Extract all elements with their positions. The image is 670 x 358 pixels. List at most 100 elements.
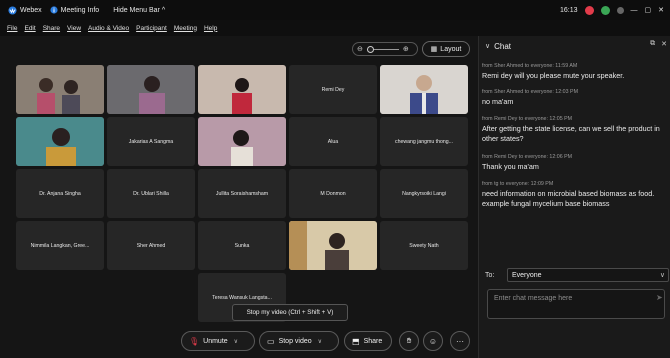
participant-name: Jullita Soraisham​sham [215, 190, 269, 197]
chevron-down-icon[interactable]: ∨ [485, 42, 490, 50]
chat-title: Chat [494, 41, 512, 51]
close-icon[interactable]: ✕ [658, 6, 664, 14]
participant-name: Dr. Ublari Shilla [133, 190, 169, 197]
participant-name: Alua [327, 138, 339, 145]
participant-tile[interactable]: Sweety Nath [380, 221, 468, 270]
layout-label: Layout [440, 45, 462, 53]
chat-input-placeholder: Enter chat message here [494, 295, 573, 302]
participant-tile[interactable] [198, 117, 286, 166]
zoom-handle[interactable] [366, 45, 374, 53]
webex-app-menu[interactable]: Webex [8, 5, 42, 15]
participant-tile[interactable] [289, 221, 377, 270]
layout-button[interactable]: ▦ Layout [422, 41, 470, 57]
zoom-in-icon[interactable]: ⊕ [403, 45, 409, 53]
participant-tile[interactable]: Remi Dey [289, 65, 377, 114]
pop-out-icon[interactable]: ⧉ [650, 40, 655, 48]
stop-video-label: Stop video [278, 337, 312, 345]
chevron-down-icon[interactable]: ∨ [318, 338, 322, 345]
participant-tile[interactable]: Dr. Anjana Singha [16, 169, 104, 218]
participant-tile[interactable]: Alua [289, 117, 377, 166]
participant-name: Sher Ahmed [136, 242, 166, 249]
webex-window: Webex Meeting Info Hide Menu Bar ^ 16:13… [0, 0, 670, 358]
participant-name: chewang jangmu thong... [395, 138, 453, 145]
menu-file[interactable]: File [7, 25, 17, 32]
participant-tile[interactable]: M Donmon [289, 169, 377, 218]
hand-icon: ✋︎ [406, 336, 412, 345]
status-icon[interactable] [600, 5, 610, 15]
participant-tile[interactable]: Nimmila Langkan, Gree... [16, 221, 104, 270]
participant-tile[interactable]: chewang jangmu thong... [380, 117, 468, 166]
title-bar: Webex Meeting Info Hide Menu Bar ^ 16:13… [0, 0, 670, 20]
chat-message: from Sher Ahmed to everyone: 12:03 PM no… [482, 89, 670, 107]
chat-recipient-row: To: Everyone ∨ [485, 268, 669, 282]
menu-share[interactable]: Share [43, 25, 60, 32]
chat-message-meta: from Sher Ahmed to everyone: 11:59 AM [482, 63, 578, 69]
raise-hand-button[interactable]: ✋︎ [399, 331, 419, 351]
share-screen-icon: ⬒ [352, 336, 360, 346]
zoom-track[interactable] [366, 45, 399, 53]
participant-name: Nangkyrsoiki Langi [402, 190, 446, 197]
unmute-button[interactable]: 🎙︎ Unmute ∨ [181, 331, 255, 351]
stop-video-button[interactable]: ▭ Stop video ∨ [259, 331, 339, 351]
chevron-down-icon: ∨ [659, 272, 665, 279]
menu-help[interactable]: Help [204, 25, 217, 32]
chat-message: from tg to everyone: 12:09 PM need infor… [482, 181, 670, 209]
chat-message-input[interactable]: Enter chat message here [487, 289, 665, 319]
share-label: Share [363, 337, 383, 345]
recording-icon[interactable] [584, 5, 594, 15]
zoom-out-icon[interactable]: ⊖ [357, 45, 363, 53]
app-name: Webex [20, 6, 42, 14]
participant-video [198, 117, 286, 166]
participant-tile[interactable]: Nangkyrsoiki Langi [380, 169, 468, 218]
chat-message-meta: from tg to everyone: 12:09 PM [482, 181, 554, 187]
more-options-button[interactable]: ··· [450, 331, 470, 351]
maximize-icon[interactable]: ▢ [645, 6, 652, 14]
menu-meeting[interactable]: Meeting [174, 25, 197, 32]
more-icon: ··· [456, 336, 464, 346]
participant-tile[interactable]: Jakarias A Sangma [107, 117, 195, 166]
menu-edit[interactable]: Edit [24, 25, 35, 32]
chevron-down-icon[interactable]: ∨ [234, 338, 238, 345]
menu-audio-video[interactable]: Audio & Video [88, 25, 129, 32]
stop-video-tooltip: Stop my video (Ctrl + Shift + V) [232, 304, 348, 321]
smiley-icon: ☺ [428, 336, 438, 346]
participant-tile[interactable]: Jullita Soraisham​sham [198, 169, 286, 218]
participant-name: Teresa Wansuk Langsta... [212, 294, 272, 301]
share-button[interactable]: ⬒ Share [344, 331, 392, 351]
participant-tile[interactable] [107, 65, 195, 114]
reactions-button[interactable]: ☺ [423, 331, 443, 351]
menu-participant[interactable]: Participant [136, 25, 167, 32]
participant-tile[interactable] [16, 117, 104, 166]
close-icon[interactable]: ✕ [661, 40, 667, 48]
participant-tile[interactable] [380, 65, 468, 114]
chat-message: from Sher Ahmed to everyone: 11:59 AM Re… [482, 63, 670, 81]
chat-message-text: Thank you ma'am [482, 162, 539, 171]
muted-microphone-icon: 🎙︎ [189, 336, 200, 346]
participant-tile[interactable]: Dr. Ublari Shilla [107, 169, 195, 218]
hide-menu-bar-button[interactable]: Hide Menu Bar ^ [113, 7, 165, 14]
avatar[interactable] [616, 6, 624, 14]
chat-message-meta: from Remi Dey to everyone: 12:05 PM [482, 116, 573, 122]
chat-message-text: no ma'am [482, 97, 514, 106]
minimize-icon[interactable]: — [631, 7, 638, 14]
menu-view[interactable]: View [67, 25, 81, 32]
participant-tile[interactable]: Sher Ahmed [107, 221, 195, 270]
recipient-select[interactable]: Everyone ∨ [507, 268, 669, 282]
send-icon[interactable]: ➤ [656, 293, 663, 302]
participant-name: Remi Dey [321, 86, 345, 93]
zoom-slider[interactable]: ⊖ ⊕ [352, 42, 418, 56]
participant-video [289, 221, 377, 270]
chat-panel: ∨ Chat ⧉ ✕ from Sher Ahmed to everyone: … [478, 36, 670, 358]
meeting-info-button[interactable]: Meeting Info [50, 6, 99, 14]
participant-video [107, 65, 195, 114]
participant-video [380, 65, 468, 114]
chat-message-meta: from Remi Dey to everyone: 12:06 PM [482, 154, 573, 160]
chat-message-text: After getting the state license, can we … [482, 124, 660, 143]
participant-tile[interactable]: Sunka [198, 221, 286, 270]
recipient-value: Everyone [512, 271, 542, 279]
participant-tile[interactable] [198, 65, 286, 114]
participant-tile[interactable] [16, 65, 104, 114]
chat-message-text: need information on microbial based biom… [482, 189, 655, 208]
webex-logo-icon [8, 5, 17, 15]
chat-message: from Remi Dey to everyone: 12:05 PM Afte… [482, 116, 670, 144]
